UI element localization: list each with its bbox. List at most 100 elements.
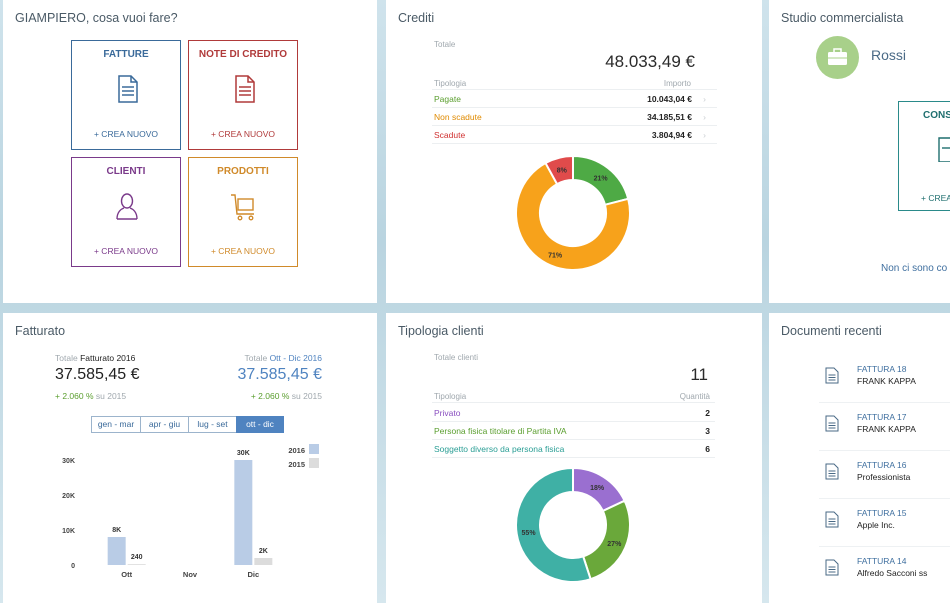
- tipologia-row-label: Privato: [434, 408, 461, 418]
- document-icon: [825, 463, 839, 480]
- crediti-total-value: 48.033,49 €: [605, 52, 695, 71]
- tipologia-row-value: 3: [705, 426, 710, 436]
- studio-panel: Studio commercialista Rossi CONS + CREA …: [769, 0, 950, 303]
- tipologia-row-label: Soggetto diverso da persona fisica: [434, 444, 565, 454]
- fatturato-left-delta-suffix: su 2015: [95, 391, 127, 401]
- fatturato-left-label-prefix: Totale: [55, 353, 78, 363]
- tile-fatture-create[interactable]: + CREA NUOVO: [72, 129, 180, 139]
- period-lug-set-button[interactable]: lug - set: [188, 416, 237, 433]
- document-client: FRANK KAPPA: [857, 424, 916, 434]
- quick-actions-panel: GIAMPIERO, cosa vuoi fare? FATTURE + CRE…: [3, 0, 377, 303]
- tipologia-row-value: 6: [705, 444, 710, 454]
- studio-name: Rossi: [871, 47, 907, 63]
- donut-slice-label: 21%: [594, 175, 609, 182]
- tile-consulenza[interactable]: CONS + CREA: [898, 101, 950, 211]
- document-icon: [825, 415, 839, 432]
- donut-slice-label: 55%: [522, 530, 537, 537]
- crediti-row-label: Non scadute: [434, 112, 482, 122]
- tipologia-total-value: 11: [690, 365, 708, 384]
- tile-consulenza-label: CONS: [923, 110, 950, 121]
- legend-label: 2015: [288, 460, 305, 469]
- document-icon: [825, 511, 839, 528]
- donut-slice-label: 8%: [557, 167, 568, 174]
- y-tick-label: 30K: [62, 458, 75, 465]
- fatturato-left-label: Totale Fatturato 2016: [55, 353, 135, 363]
- studio-avatar: [816, 36, 859, 79]
- briefcase-icon: [828, 48, 847, 65]
- tile-note-create[interactable]: + CREA NUOVO: [189, 129, 297, 139]
- fatturato-right-delta-value: + 2.060 %: [250, 391, 290, 401]
- fatturato-panel: Fatturato Totale Fatturato 2016 37.585,4…: [3, 313, 377, 603]
- documenti-panel: Documenti recenti FATTURA 18 FRANK KAPPA…: [769, 313, 950, 603]
- document-title: FATTURA 14: [857, 556, 907, 566]
- legend-swatch: [309, 458, 319, 468]
- document-client: Alfredo Sacconi ss: [857, 568, 928, 578]
- bar-value-label: 2K: [259, 548, 268, 555]
- x-tick-label: Nov: [183, 570, 198, 579]
- crediti-title: Crediti: [398, 11, 435, 25]
- document-icon: [825, 559, 839, 576]
- crediti-total-label: Totale: [434, 40, 456, 49]
- document-item[interactable]: FATTURA 16 Professionista: [819, 454, 950, 498]
- crediti-col-type: Tipologia: [434, 79, 467, 88]
- bar-2015[interactable]: [254, 558, 273, 565]
- fatturato-left-label-strong: Fatturato 2016: [80, 353, 136, 363]
- tipologia-title: Tipologia clienti: [398, 324, 484, 338]
- crediti-row-value: 3.804,94 €: [651, 130, 692, 140]
- tile-clienti-label: CLIENTI: [106, 166, 146, 177]
- tile-clienti[interactable]: CLIENTI + CREA NUOVO: [71, 157, 181, 267]
- user-icon: [116, 193, 138, 220]
- bar-2015[interactable]: [127, 564, 146, 565]
- documenti-title: Documenti recenti: [781, 324, 882, 338]
- crediti-row-label: Pagate: [434, 94, 461, 104]
- x-tick-label: Dic: [247, 570, 259, 579]
- document-item[interactable]: FATTURA 18 FRANK KAPPA: [819, 358, 950, 402]
- document-item[interactable]: FATTURA 17 FRANK KAPPA: [819, 406, 950, 450]
- tipologia-row-label: Persona fisica titolare di Partita IVA: [434, 426, 567, 436]
- fatturato-right-delta-suffix: su 2015: [291, 391, 322, 401]
- period-ott-dic-button[interactable]: ott - dic: [236, 416, 284, 433]
- chevron-right-icon: ›: [703, 94, 706, 104]
- tile-fatture[interactable]: FATTURE + CREA NUOVO: [71, 40, 181, 150]
- tile-prodotti[interactable]: PRODOTTI + CREA NUOVO: [188, 157, 298, 267]
- crediti-row-value: 10.043,04 €: [647, 94, 692, 104]
- fatturato-title: Fatturato: [15, 324, 66, 338]
- tile-prodotti-label: PRODOTTI: [217, 166, 269, 177]
- document-icon: [825, 367, 839, 384]
- tipologia-donut-chart: 18% 27% 55%: [515, 466, 631, 583]
- fatturato-right-label-prefix: Totale: [244, 353, 268, 363]
- document-euro-icon: [938, 137, 950, 162]
- cart-icon: [231, 194, 254, 221]
- crediti-col-amount: Importo: [663, 79, 691, 88]
- document-item[interactable]: FATTURA 14 Alfredo Sacconi ss: [819, 550, 950, 594]
- chevron-right-icon: ›: [703, 130, 706, 140]
- tipologia-col-qty: Quantità: [679, 392, 710, 401]
- document-client: Professionista: [857, 472, 911, 482]
- document-title: FATTURA 17: [857, 412, 907, 422]
- fatturato-right-label: Totale Ott - Dic 2016: [245, 353, 323, 363]
- tile-consulenza-create[interactable]: + CREA: [921, 193, 950, 203]
- bar-2016[interactable]: [107, 537, 126, 565]
- studio-title: Studio commercialista: [781, 11, 904, 25]
- y-tick-label: 10K: [62, 528, 75, 535]
- tile-clienti-create[interactable]: + CREA NUOVO: [72, 246, 180, 256]
- quick-actions-title: GIAMPIERO, cosa vuoi fare?: [15, 11, 178, 25]
- period-apr-giu-button[interactable]: apr - giu: [140, 416, 189, 433]
- x-tick-label: Ott: [121, 570, 132, 579]
- document-item[interactable]: FATTURA 15 Apple Inc.: [819, 502, 950, 546]
- period-gen-mar-button[interactable]: gen - mar: [91, 416, 141, 433]
- donut-slice-label: 71%: [548, 252, 563, 259]
- tile-note-di-credito[interactable]: NOTE DI CREDITO + CREA NUOVO: [188, 40, 298, 150]
- bar-2016[interactable]: [234, 460, 253, 565]
- fatturato-right-label-strong: Ott - Dic 2016: [269, 353, 322, 363]
- document-title: FATTURA 16: [857, 460, 907, 470]
- bar-value-label: 8K: [112, 527, 121, 534]
- credit-note-icon: [235, 75, 255, 103]
- bar-value-label: 240: [131, 554, 143, 561]
- tile-prodotti-create[interactable]: + CREA NUOVO: [189, 246, 297, 256]
- tile-note-label: NOTE DI CREDITO: [198, 49, 288, 60]
- donut-slice-label: 27%: [607, 541, 622, 548]
- studio-empty-text: Non ci sono co: [881, 263, 948, 274]
- y-tick-label: 0: [71, 563, 75, 570]
- tile-fatture-label: FATTURE: [103, 49, 149, 60]
